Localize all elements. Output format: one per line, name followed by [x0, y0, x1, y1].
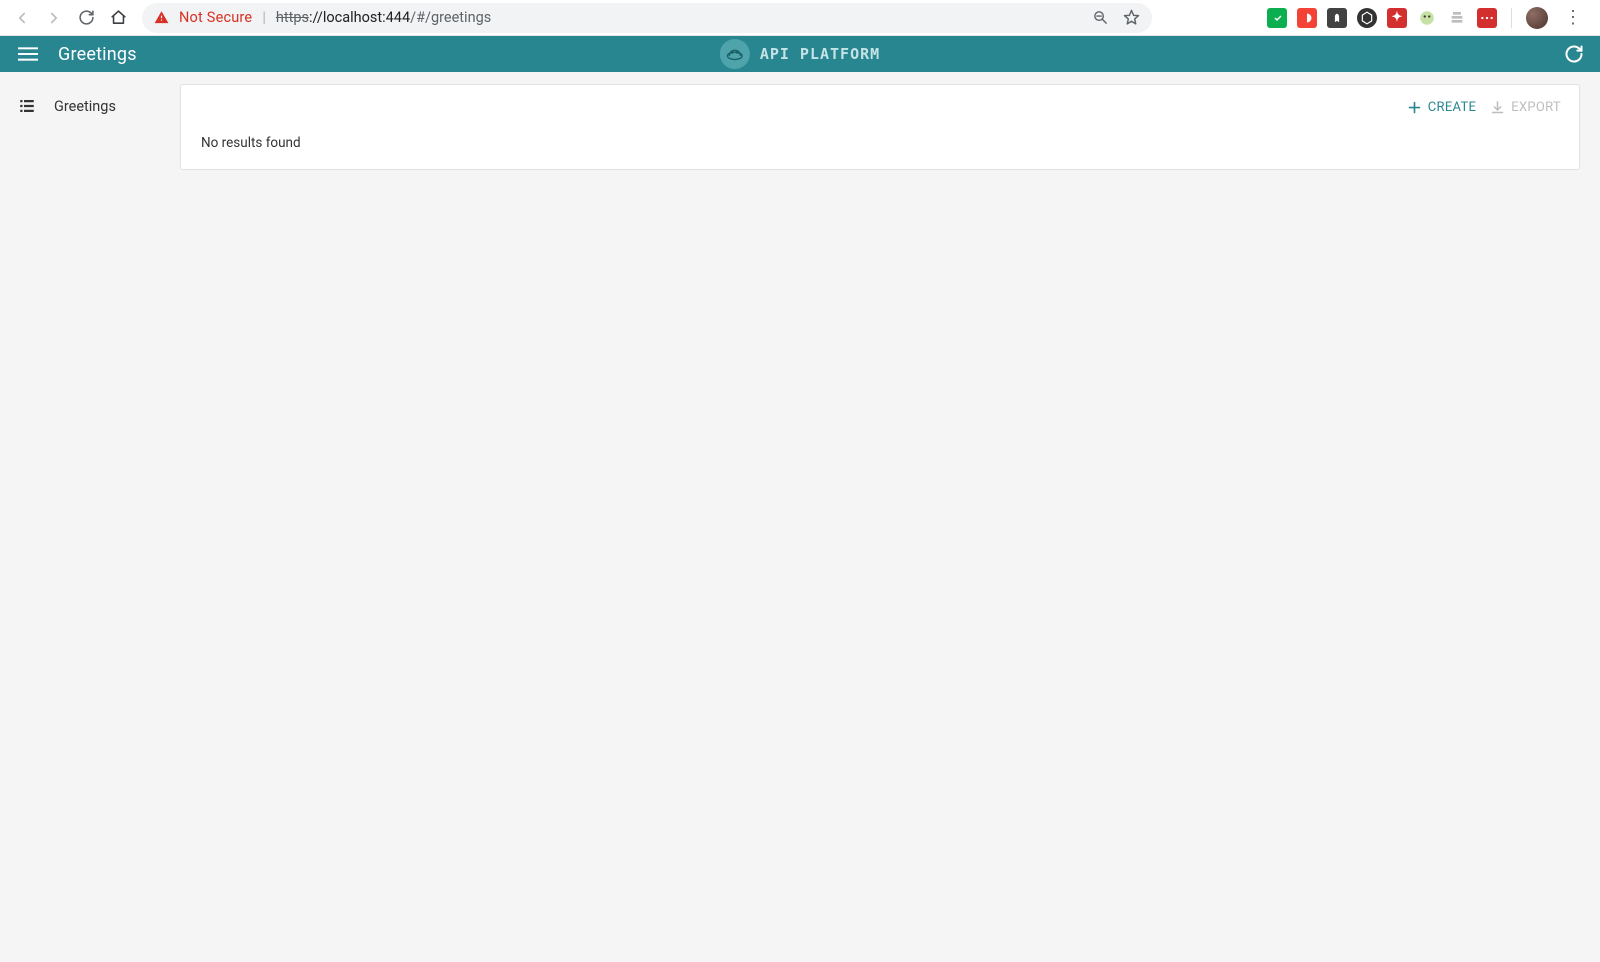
menu-button[interactable] — [16, 42, 40, 66]
refresh-button[interactable] — [1564, 44, 1584, 64]
list-icon — [18, 97, 36, 115]
sidebar: Greetings — [0, 72, 180, 962]
reload-button[interactable] — [72, 4, 100, 32]
page-title: Greetings — [58, 44, 137, 65]
divider — [1511, 8, 1512, 28]
extensions-area: ✦ ⋮ — [1267, 7, 1592, 29]
bookmark-star-icon[interactable] — [1123, 9, 1140, 26]
back-button[interactable] — [8, 4, 36, 32]
create-button[interactable]: CREATE — [1407, 100, 1476, 115]
home-button[interactable] — [104, 4, 132, 32]
list-card: CREATE EXPORT No results found — [180, 84, 1580, 170]
create-label: CREATE — [1428, 100, 1476, 115]
export-label: EXPORT — [1511, 100, 1561, 115]
extension-icon[interactable] — [1417, 8, 1437, 28]
extension-icon[interactable] — [1477, 8, 1497, 28]
app-header: Greetings API PLATFORM — [0, 36, 1600, 72]
plus-icon — [1407, 100, 1422, 115]
brand-text: API PLATFORM — [760, 45, 880, 63]
extension-icon[interactable]: ✦ — [1387, 8, 1407, 28]
empty-state-text: No results found — [181, 129, 1579, 151]
chrome-menu-button[interactable]: ⋮ — [1558, 7, 1588, 28]
sidebar-item-label: Greetings — [54, 98, 116, 115]
extension-icon[interactable] — [1447, 8, 1467, 28]
warning-icon — [154, 10, 169, 25]
extension-icon[interactable] — [1357, 8, 1377, 28]
extension-icon[interactable] — [1267, 8, 1287, 28]
app-body: Greetings CREATE EXPORT No results fo — [0, 72, 1600, 962]
brand-logo-icon — [720, 39, 750, 69]
address-bar[interactable]: Not Secure | https://localhost:444/#/gre… — [142, 3, 1152, 33]
separator: | — [262, 9, 266, 26]
download-icon — [1490, 100, 1505, 115]
security-status: Not Secure — [179, 9, 252, 26]
content-area: CREATE EXPORT No results found — [180, 72, 1600, 962]
card-toolbar: CREATE EXPORT — [181, 85, 1579, 129]
extension-icon[interactable] — [1297, 8, 1317, 28]
url-text: https://localhost:444/#/greetings — [276, 9, 491, 26]
forward-button[interactable] — [40, 4, 68, 32]
sidebar-item-greetings[interactable]: Greetings — [0, 84, 180, 128]
zoom-icon[interactable] — [1092, 9, 1109, 26]
brand: API PLATFORM — [720, 39, 880, 69]
export-button[interactable]: EXPORT — [1490, 100, 1561, 115]
browser-toolbar: Not Secure | https://localhost:444/#/gre… — [0, 0, 1600, 36]
extension-icon[interactable] — [1327, 8, 1347, 28]
profile-avatar[interactable] — [1526, 7, 1548, 29]
